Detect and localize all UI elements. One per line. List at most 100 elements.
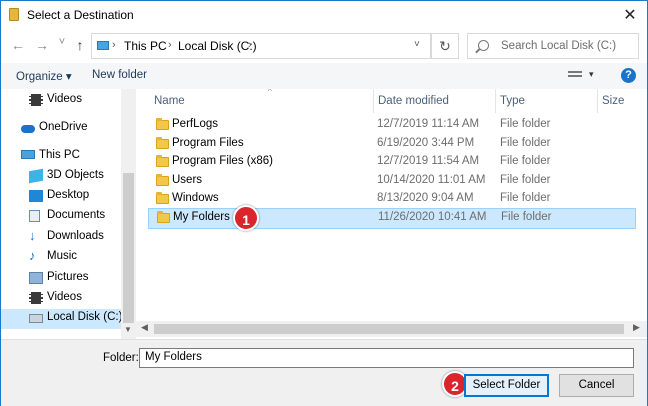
up-button[interactable]: ↑ bbox=[71, 37, 89, 53]
sort-ascending-icon: ^ bbox=[268, 89, 272, 96]
sidebar-item-desktop[interactable]: Desktop bbox=[29, 187, 119, 207]
list-item[interactable]: Windows 8/13/2020 9:04 AM File folder bbox=[148, 190, 636, 209]
search-icon bbox=[478, 40, 489, 51]
select-destination-dialog: Select a Destination ✕ ← → ˅ ↑ › This PC… bbox=[0, 0, 648, 406]
new-folder-button[interactable]: New folder bbox=[92, 69, 147, 81]
folder-icon bbox=[156, 118, 169, 130]
address-row: ← → ˅ ↑ › This PC › Local Disk (C:) › ˅ … bbox=[1, 29, 647, 63]
sidebar-item-this-pc[interactable]: This PC bbox=[21, 147, 119, 167]
sidebar-item-documents[interactable]: Documents bbox=[29, 207, 119, 227]
file-type: File folder bbox=[501, 211, 552, 223]
music-icon: ♪ bbox=[29, 248, 36, 263]
column-header-size[interactable]: Size bbox=[598, 89, 647, 113]
sidebar-item-videos[interactable]: Videos bbox=[29, 91, 119, 111]
file-name: Windows bbox=[172, 192, 219, 204]
cloud-icon bbox=[21, 125, 35, 133]
organize-button[interactable]: Organize ▾ bbox=[16, 69, 72, 83]
file-date: 12/7/2019 11:54 AM bbox=[377, 155, 480, 167]
recent-locations-button[interactable]: ˅ bbox=[53, 36, 71, 48]
document-icon bbox=[29, 210, 40, 222]
select-folder-button[interactable]: Select Folder bbox=[464, 374, 549, 397]
command-toolbar: Organize ▾ New folder ▾ ? bbox=[1, 63, 647, 89]
sidebar-item-local-disk[interactable]: Local Disk (C:) bbox=[1, 309, 123, 329]
file-date: 10/14/2020 11:01 AM bbox=[377, 174, 486, 186]
sidebar-item-label: Local Disk (C:) bbox=[47, 311, 123, 323]
dialog-footer: Folder: My Folders 2 Select Folder Cance… bbox=[1, 339, 647, 406]
file-type: File folder bbox=[500, 137, 551, 149]
scroll-down-icon[interactable]: ▼ bbox=[124, 325, 132, 334]
breadcrumb-separator[interactable]: › bbox=[248, 39, 252, 51]
file-date: 8/13/2020 9:04 AM bbox=[377, 192, 474, 204]
column-label: Name bbox=[154, 95, 185, 107]
sidebar-item-label: Videos bbox=[47, 93, 82, 105]
close-button[interactable]: ✕ bbox=[613, 1, 647, 29]
desktop-icon bbox=[29, 190, 43, 202]
view-dropdown-icon[interactable]: ▾ bbox=[589, 69, 594, 80]
sidebar-item-label: Pictures bbox=[47, 271, 89, 283]
download-icon: ↓ bbox=[29, 228, 36, 243]
scrollbar-thumb[interactable] bbox=[154, 324, 624, 334]
file-type: File folder bbox=[500, 192, 551, 204]
sidebar-item-downloads[interactable]: ↓ Downloads bbox=[29, 228, 119, 248]
file-type: File folder bbox=[500, 174, 551, 186]
address-dropdown-icon[interactable]: ˅ bbox=[414, 39, 420, 50]
file-name: My Folders bbox=[173, 211, 230, 223]
sidebar-item-label: Downloads bbox=[47, 230, 104, 242]
scroll-right-icon[interactable]: ▶ bbox=[633, 322, 640, 333]
scrollbar-thumb[interactable] bbox=[123, 173, 134, 323]
list-item-selected[interactable]: My Folders 11/26/2020 10:41 AM File fold… bbox=[148, 208, 636, 229]
horizontal-scrollbar[interactable]: ◀ ▶ bbox=[136, 321, 647, 337]
pc-icon bbox=[21, 150, 35, 159]
search-input[interactable]: Search Local Disk (C:) bbox=[467, 33, 639, 59]
list-item[interactable]: PerfLogs 12/7/2019 11:14 AM File folder bbox=[148, 116, 636, 135]
sidebar-item-pictures[interactable]: Pictures bbox=[29, 269, 119, 289]
breadcrumb-separator[interactable]: › bbox=[112, 39, 116, 51]
file-date: 6/19/2020 3:44 PM bbox=[377, 137, 475, 149]
column-header-type[interactable]: Type bbox=[496, 89, 598, 113]
file-name: Program Files bbox=[172, 137, 244, 149]
folder-label: Folder: bbox=[103, 352, 139, 364]
video-icon bbox=[29, 94, 43, 106]
cancel-button[interactable]: Cancel bbox=[559, 374, 634, 397]
folder-field[interactable]: My Folders bbox=[139, 348, 634, 368]
list-item[interactable]: Program Files (x86) 12/7/2019 11:54 AM F… bbox=[148, 153, 636, 172]
navigation-scrollbar[interactable]: ▼ bbox=[121, 89, 136, 339]
address-bar[interactable]: › This PC › Local Disk (C:) › ˅ bbox=[91, 33, 431, 59]
back-button[interactable]: ← bbox=[9, 37, 27, 53]
sidebar-item-3d-objects[interactable]: 3D Objects bbox=[29, 167, 119, 187]
sidebar-item-videos[interactable]: Videos bbox=[29, 289, 119, 309]
file-date: 12/7/2019 11:14 AM bbox=[377, 118, 480, 130]
file-type: File folder bbox=[500, 155, 551, 167]
scroll-left-icon[interactable]: ◀ bbox=[141, 322, 148, 333]
sidebar-item-onedrive[interactable]: OneDrive bbox=[21, 119, 119, 139]
breadcrumb-this-pc[interactable]: This PC bbox=[124, 39, 167, 53]
sidebar-item-label: 3D Objects bbox=[47, 169, 104, 181]
sidebar-item-label: OneDrive bbox=[39, 121, 88, 133]
breadcrumb-local-disk[interactable]: Local Disk (C:) bbox=[178, 39, 257, 53]
list-item[interactable]: Program Files 6/19/2020 3:44 PM File fol… bbox=[148, 135, 636, 154]
file-name: PerfLogs bbox=[172, 118, 219, 130]
sidebar-item-label: Videos bbox=[47, 291, 82, 303]
breadcrumb-separator[interactable]: › bbox=[168, 39, 172, 51]
column-label: Type bbox=[500, 95, 525, 107]
refresh-button[interactable]: ↻ bbox=[431, 33, 459, 59]
folder-icon bbox=[156, 137, 169, 149]
forward-button[interactable]: → bbox=[33, 37, 51, 53]
folder-icon bbox=[9, 8, 19, 21]
file-list: Name ^ Date modified Type Size PerfLogs … bbox=[136, 89, 647, 339]
file-date: 11/26/2020 10:41 AM bbox=[378, 211, 487, 223]
folder-icon bbox=[156, 174, 169, 186]
search-placeholder: Search Local Disk (C:) bbox=[501, 40, 617, 52]
view-options-icon[interactable] bbox=[568, 71, 582, 81]
column-label: Date modified bbox=[378, 95, 449, 107]
help-icon[interactable]: ? bbox=[621, 68, 636, 83]
pc-icon bbox=[97, 41, 109, 50]
cube-icon bbox=[29, 168, 43, 184]
step-1-badge: 1 bbox=[233, 205, 259, 231]
column-header-date[interactable]: Date modified bbox=[374, 89, 496, 113]
column-header-name[interactable]: Name ^ bbox=[148, 89, 374, 113]
sidebar-item-label: Music bbox=[47, 250, 78, 262]
sidebar-item-music[interactable]: ♪ Music bbox=[29, 248, 119, 268]
file-type: File folder bbox=[500, 118, 551, 130]
list-item[interactable]: Users 10/14/2020 11:01 AM File folder bbox=[148, 172, 636, 191]
